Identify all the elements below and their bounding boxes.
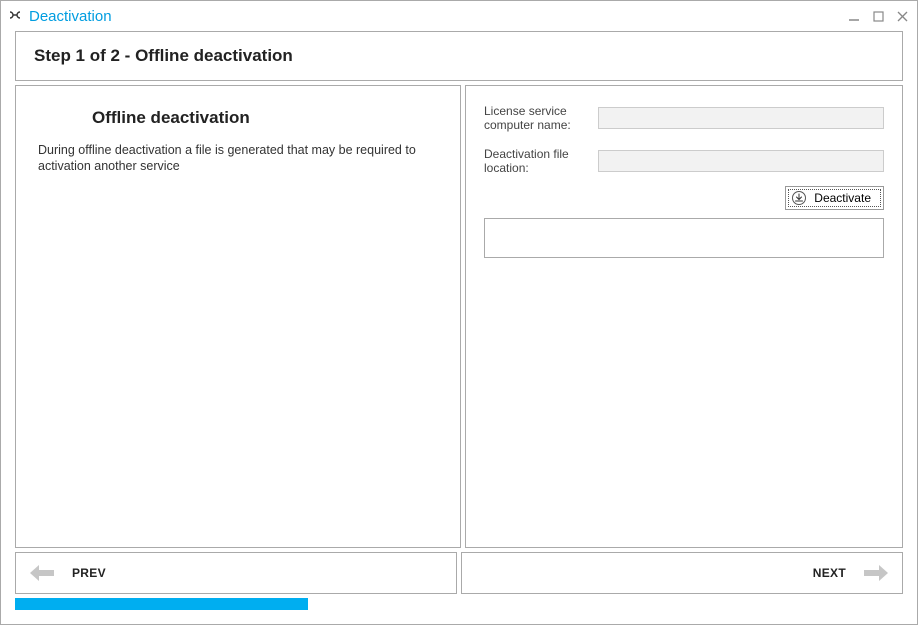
maximize-button[interactable] (871, 9, 885, 23)
deactivate-label: Deactivate (814, 191, 871, 205)
titlebar-left: Deactivation (7, 8, 112, 25)
license-service-input[interactable] (598, 107, 884, 129)
license-row: License service computer name: (484, 104, 884, 133)
log-box (484, 218, 884, 258)
progress-fill (15, 598, 308, 610)
section-title: Offline deactivation (92, 108, 438, 128)
deactivate-icon (792, 191, 806, 205)
minimize-button[interactable] (847, 9, 861, 23)
arrow-left-icon (30, 564, 54, 582)
progress-bar (15, 598, 903, 610)
prev-button[interactable]: PREV (15, 552, 457, 594)
deactivate-button[interactable]: Deactivate (785, 186, 884, 210)
close-button[interactable] (895, 9, 909, 23)
next-button[interactable]: NEXT (461, 552, 903, 594)
location-label: Deactivation file location: (484, 147, 588, 176)
panes: Offline deactivation During offline deac… (15, 85, 903, 548)
prev-label: PREV (72, 566, 106, 580)
section-text: During offline deactivation a file is ge… (38, 142, 438, 175)
right-pane: License service computer name: Deactivat… (465, 85, 903, 548)
nav-row: PREV NEXT (15, 552, 903, 594)
window-title: Deactivation (29, 8, 112, 25)
content: Step 1 of 2 - Offline deactivation Offli… (15, 31, 903, 610)
window-controls (847, 9, 909, 23)
step-header: Step 1 of 2 - Offline deactivation (15, 31, 903, 81)
titlebar: Deactivation (1, 1, 917, 31)
arrow-right-icon (864, 564, 888, 582)
license-label: License service computer name: (484, 104, 588, 133)
app-icon (7, 8, 23, 24)
window: Deactivation Step 1 of 2 - Offline deact… (0, 0, 918, 625)
deactivation-file-input[interactable] (598, 150, 884, 172)
location-row: Deactivation file location: (484, 147, 884, 176)
left-pane: Offline deactivation During offline deac… (15, 85, 461, 548)
next-label: NEXT (813, 566, 846, 580)
deactivate-row: Deactivate (484, 186, 884, 210)
